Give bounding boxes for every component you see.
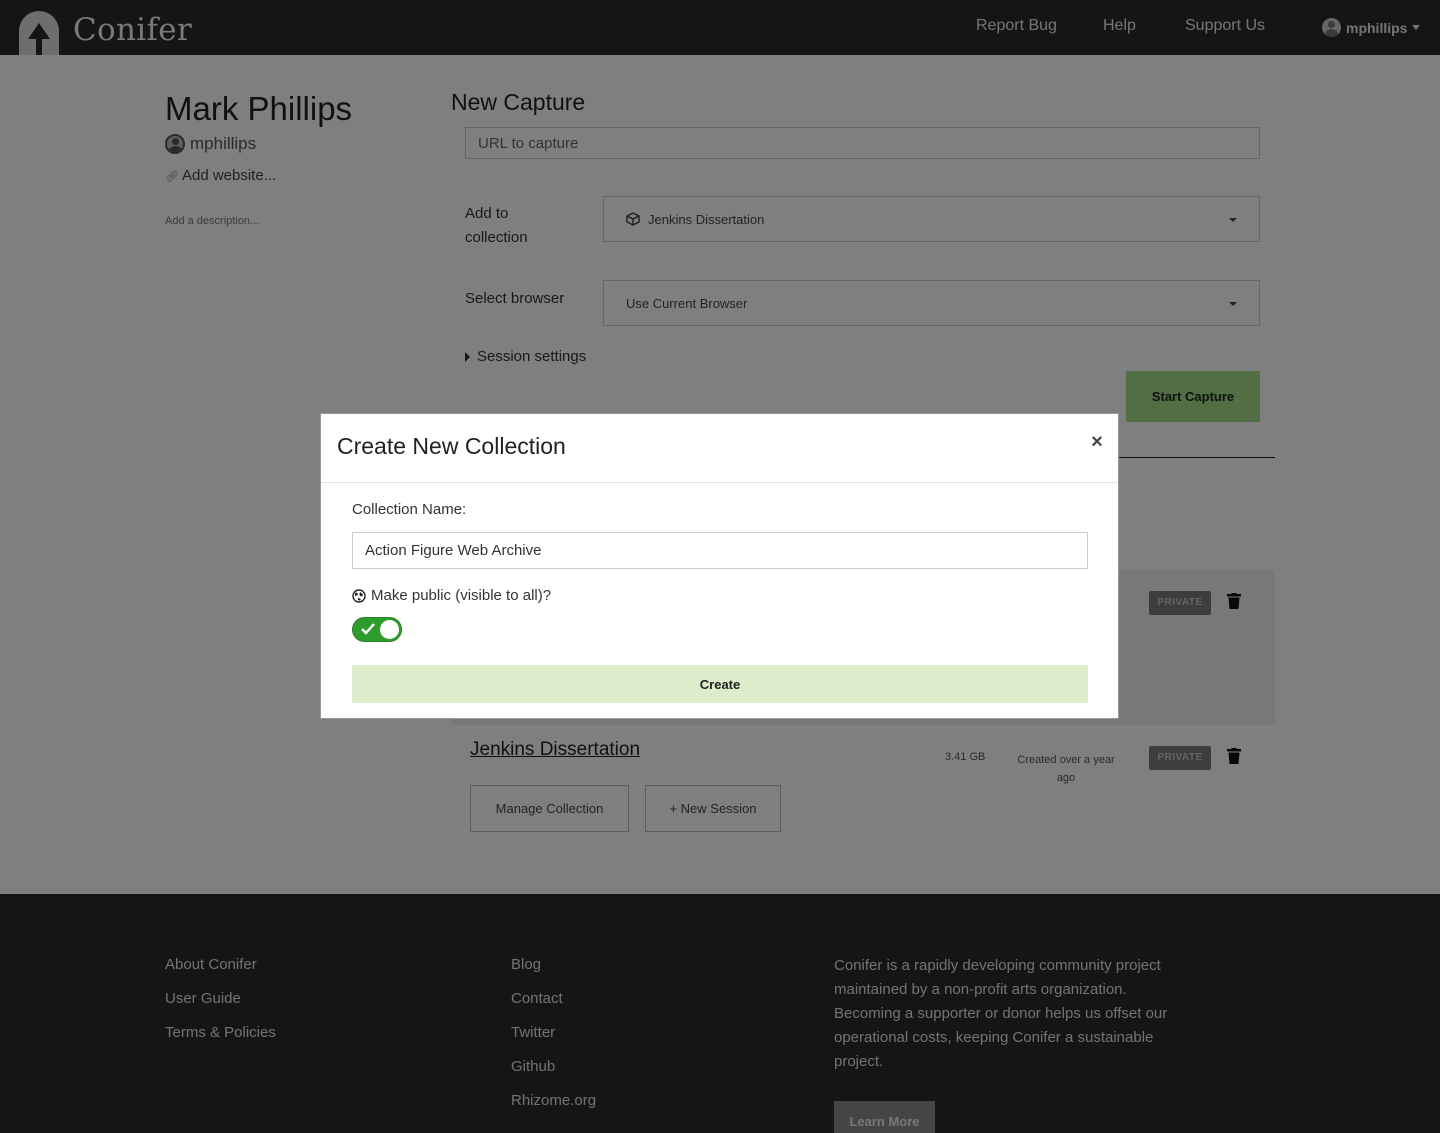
create-collection-modal: Create New Collection × Collection Name:… — [320, 413, 1119, 719]
collection-name-label: Collection Name: — [352, 501, 467, 518]
toggle-knob — [380, 620, 399, 639]
collection-name-input[interactable] — [352, 532, 1088, 569]
modal-header: Create New Collection × — [321, 414, 1118, 483]
modal-title: Create New Collection — [337, 433, 566, 459]
globe-icon — [352, 588, 366, 603]
check-icon — [361, 623, 375, 635]
make-public-text: Make public (visible to all)? — [371, 587, 552, 604]
public-toggle[interactable] — [352, 617, 402, 642]
make-public-label: Make public (visible to all)? — [352, 587, 551, 604]
create-button[interactable]: Create — [352, 665, 1088, 703]
close-icon[interactable]: × — [1088, 430, 1106, 454]
